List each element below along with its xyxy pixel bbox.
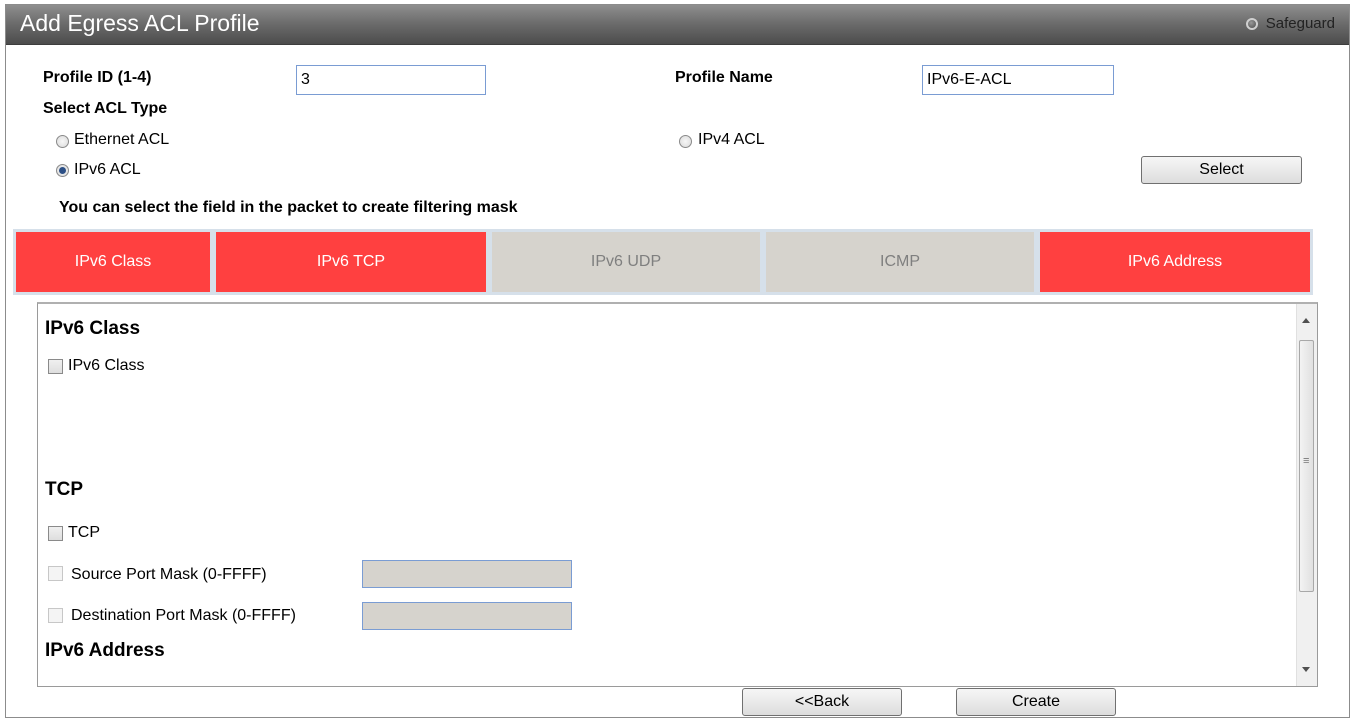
ethernet-acl-radio[interactable] bbox=[56, 135, 69, 148]
tab-ipv6-udp[interactable]: IPv6 UDP bbox=[489, 229, 763, 295]
tcp-checkbox[interactable] bbox=[48, 526, 63, 541]
tcp-heading: TCP bbox=[45, 479, 83, 500]
page-title: Add Egress ACL Profile bbox=[20, 10, 260, 36]
source-port-mask-label: Source Port Mask (0-FFFF) bbox=[71, 566, 267, 583]
page-frame: Add Egress ACL Profile Safeguard Profile… bbox=[5, 4, 1350, 718]
safeguard-icon bbox=[1245, 17, 1258, 30]
destination-port-mask-label: Destination Port Mask (0-FFFF) bbox=[71, 607, 296, 624]
ipv6-class-checkbox[interactable] bbox=[48, 359, 63, 374]
tcp-checkbox-label: TCP bbox=[68, 524, 100, 541]
ipv6-address-heading: IPv6 Address bbox=[45, 640, 165, 661]
ipv6-class-heading: IPv6 Class bbox=[45, 318, 141, 339]
back-button[interactable]: <<Back bbox=[742, 688, 902, 716]
destination-port-mask-checkbox[interactable] bbox=[48, 608, 63, 623]
select-acl-type-label: Select ACL Type bbox=[43, 100, 168, 117]
tab-ipv6-address[interactable]: IPv6 Address bbox=[1037, 229, 1313, 295]
scrollbar-thumb[interactable]: ≡ bbox=[1299, 340, 1314, 592]
ethernet-acl-label: Ethernet ACL bbox=[74, 131, 170, 148]
ipv6-class-checkbox-label: IPv6 Class bbox=[68, 357, 145, 374]
source-port-mask-checkbox[interactable] bbox=[48, 566, 63, 581]
tab-icmp[interactable]: ICMP bbox=[763, 229, 1037, 295]
safeguard-indicator: Safeguard bbox=[1245, 15, 1335, 32]
ipv4-acl-radio[interactable] bbox=[679, 135, 692, 148]
profile-id-input[interactable] bbox=[296, 65, 486, 95]
source-port-mask-input[interactable] bbox=[362, 560, 572, 588]
mask-settings-panel: IPv6 Class IPv6 Class TCP TCP Source Por… bbox=[37, 302, 1318, 687]
filtering-mask-hint: You can select the field in the packet t… bbox=[59, 199, 518, 216]
tab-ipv6-tcp[interactable]: IPv6 TCP bbox=[213, 229, 489, 295]
packet-field-tabs: IPv6 Class IPv6 TCP IPv6 UDP ICMP IPv6 A… bbox=[13, 229, 1313, 295]
profile-name-label: Profile Name bbox=[675, 69, 773, 86]
profile-name-input[interactable] bbox=[922, 65, 1114, 95]
ipv6-acl-label: IPv6 ACL bbox=[74, 161, 141, 178]
ipv4-acl-label: IPv4 ACL bbox=[698, 131, 765, 148]
destination-port-mask-input[interactable] bbox=[362, 602, 572, 630]
create-button[interactable]: Create bbox=[956, 688, 1116, 716]
safeguard-label: Safeguard bbox=[1265, 15, 1335, 32]
profile-id-label: Profile ID (1-4) bbox=[43, 69, 152, 86]
ipv6-acl-radio[interactable] bbox=[56, 164, 69, 177]
scroll-down-arrow-icon[interactable] bbox=[1302, 667, 1310, 672]
tab-ipv6-class[interactable]: IPv6 Class bbox=[13, 229, 213, 295]
panel-scrollbar[interactable]: ≡ bbox=[1296, 304, 1317, 686]
title-bar: Add Egress ACL Profile Safeguard bbox=[6, 5, 1349, 45]
select-button[interactable]: Select bbox=[1141, 156, 1302, 184]
scroll-up-arrow-icon[interactable] bbox=[1302, 318, 1310, 323]
grip-icon: ≡ bbox=[1303, 455, 1310, 467]
